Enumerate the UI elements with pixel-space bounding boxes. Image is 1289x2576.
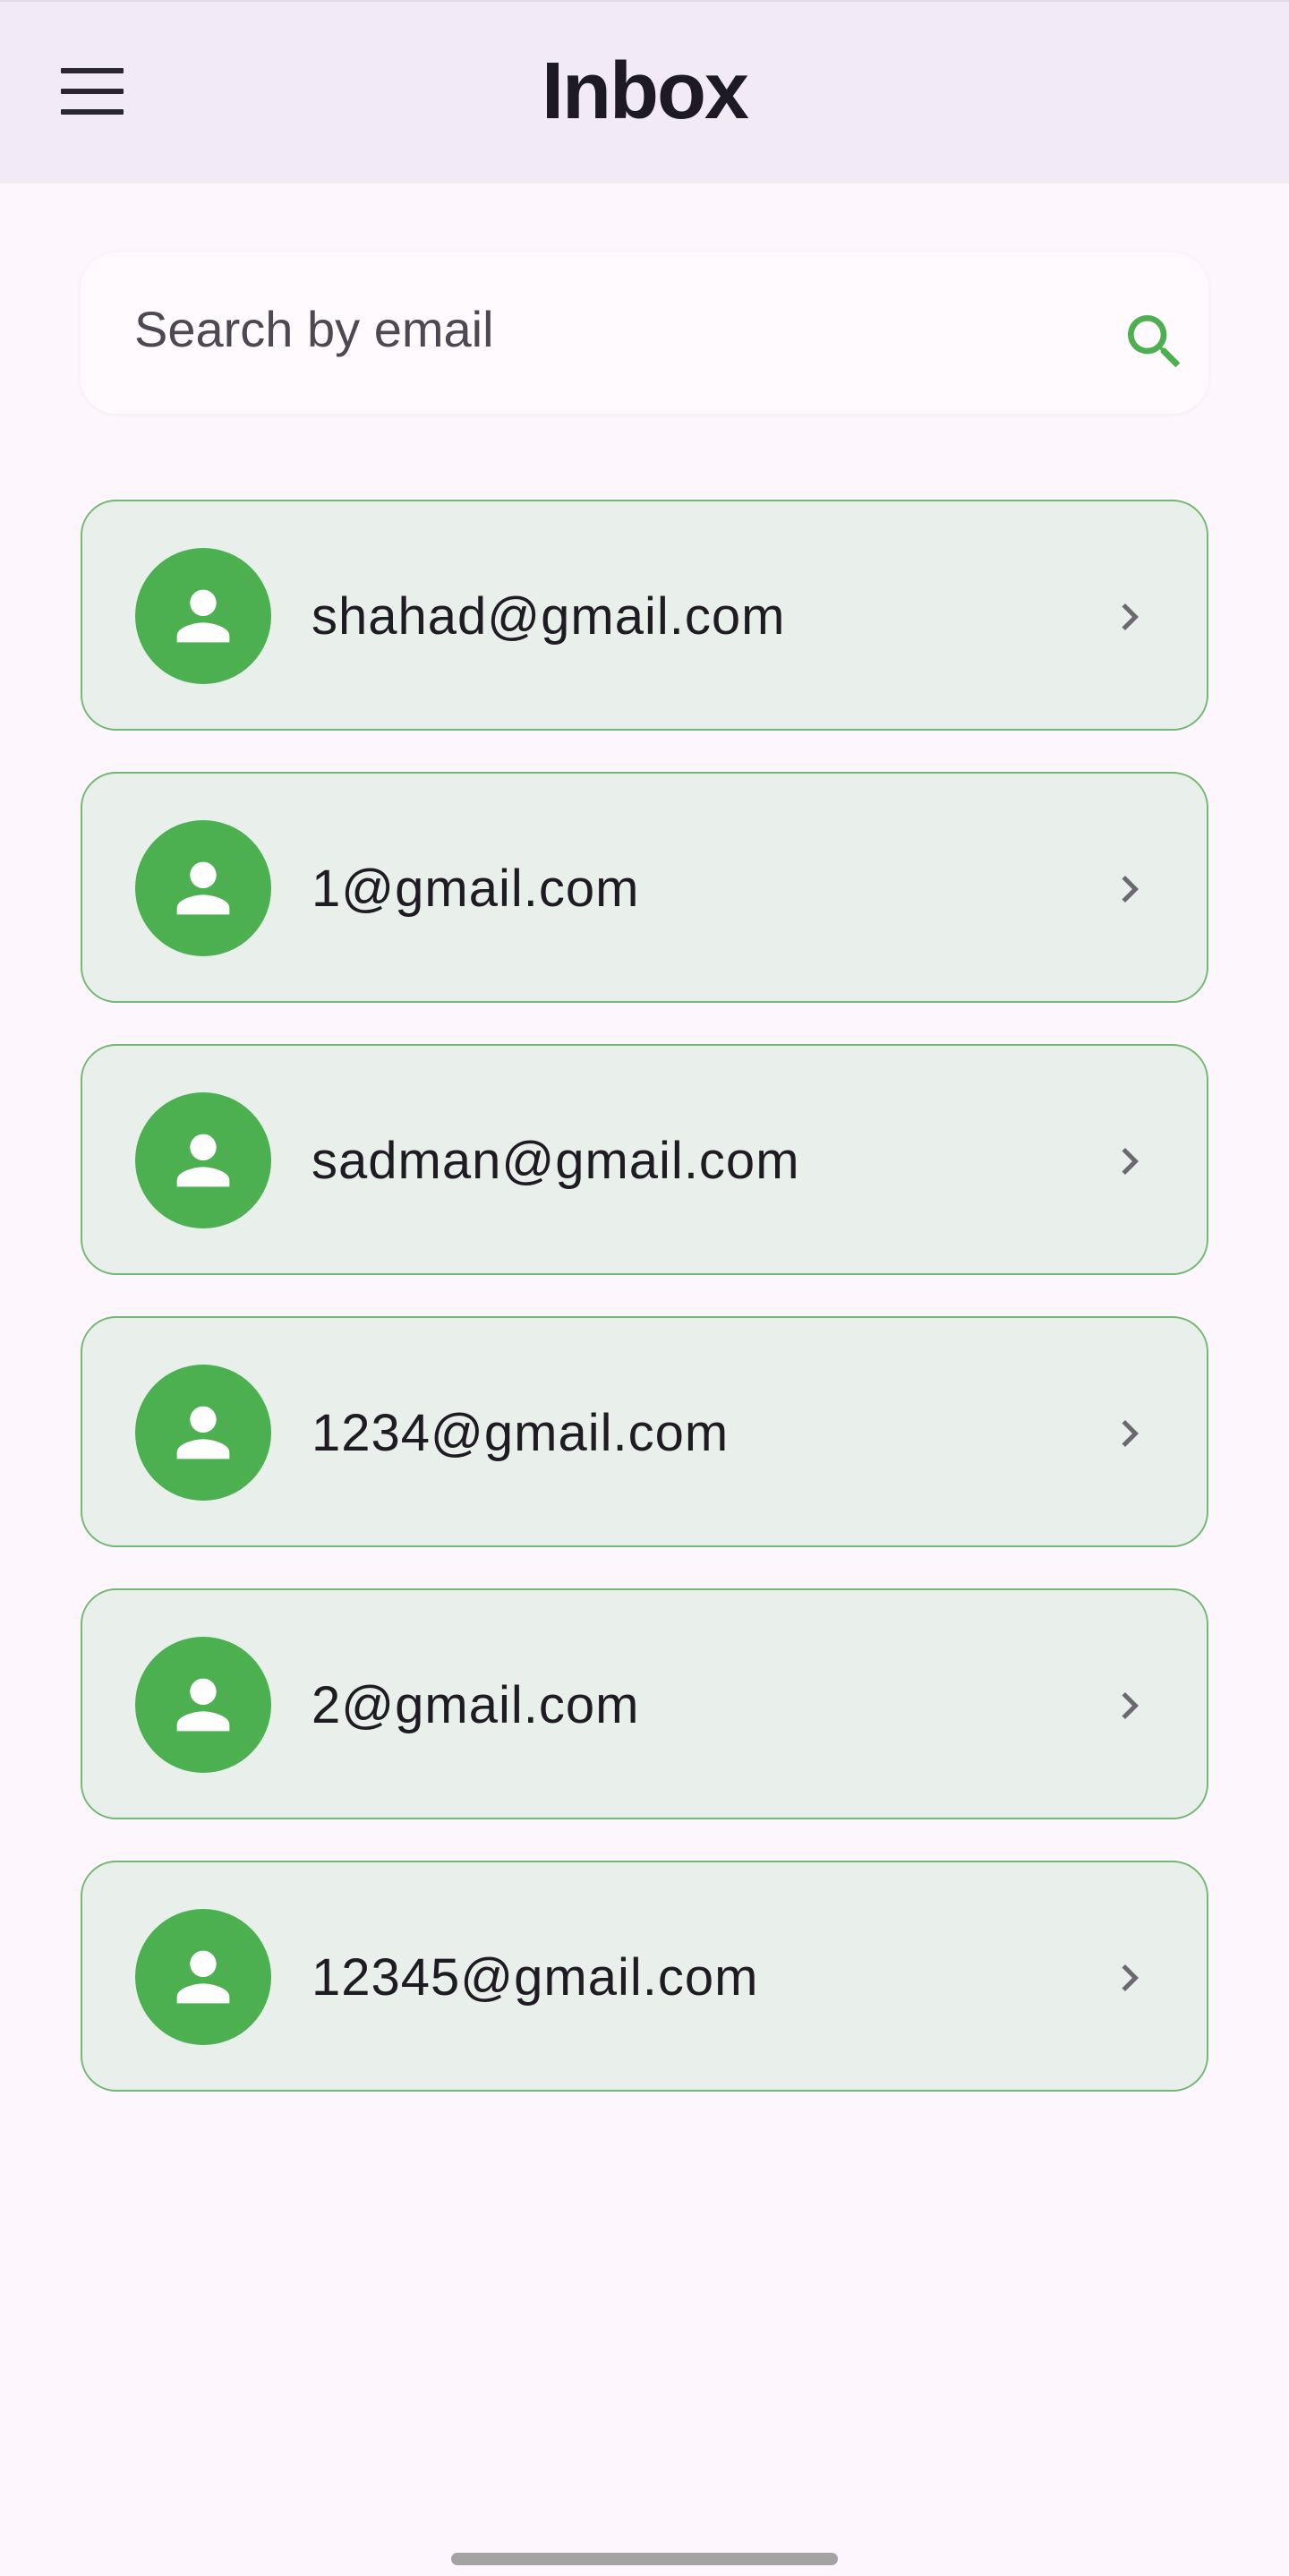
contact-card[interactable]: sadman@gmail.com (81, 1044, 1208, 1275)
contact-email: shahad@gmail.com (312, 587, 786, 646)
contact-card[interactable]: 1@gmail.com (81, 772, 1208, 1003)
avatar (135, 1909, 271, 2045)
contact-email: 2@gmail.com (312, 1676, 640, 1734)
chevron-right-icon (1103, 1134, 1157, 1188)
person-icon (176, 1678, 230, 1732)
search-icon (1128, 315, 1181, 368)
search-button[interactable] (1105, 293, 1204, 391)
home-indicator[interactable] (451, 2553, 838, 2565)
contact-card[interactable]: 1234@gmail.com (81, 1316, 1208, 1547)
inbox-list: shahad@gmail.com 1@gmail.com sadman@gmai… (81, 500, 1208, 2133)
contact-card[interactable]: 12345@gmail.com (81, 1861, 1208, 2092)
avatar (135, 1092, 271, 1228)
search-box (81, 252, 1208, 414)
avatar (135, 1365, 271, 1501)
contact-email: 1@gmail.com (312, 860, 640, 918)
person-icon (176, 1134, 230, 1187)
chevron-right-icon (1103, 862, 1157, 916)
contact-email: sadman@gmail.com (312, 1132, 800, 1190)
chevron-right-icon (1103, 1407, 1157, 1460)
avatar (135, 1637, 271, 1773)
chevron-right-icon (1103, 1679, 1157, 1733)
avatar (135, 820, 271, 956)
contact-email: 1234@gmail.com (312, 1404, 730, 1462)
contact-card[interactable]: 2@gmail.com (81, 1588, 1208, 1819)
person-icon (176, 589, 230, 643)
chevron-right-icon (1103, 590, 1157, 644)
search-input[interactable] (134, 288, 994, 369)
page-title: Inbox (542, 47, 749, 136)
contact-card[interactable]: shahad@gmail.com (81, 500, 1208, 731)
person-icon (176, 861, 230, 915)
chevron-right-icon (1103, 1951, 1157, 2005)
person-icon (176, 1406, 230, 1459)
contact-email: 12345@gmail.com (312, 1948, 759, 2007)
app-bar: Inbox (0, 0, 1289, 184)
person-icon (176, 1950, 230, 2004)
avatar (135, 548, 271, 684)
